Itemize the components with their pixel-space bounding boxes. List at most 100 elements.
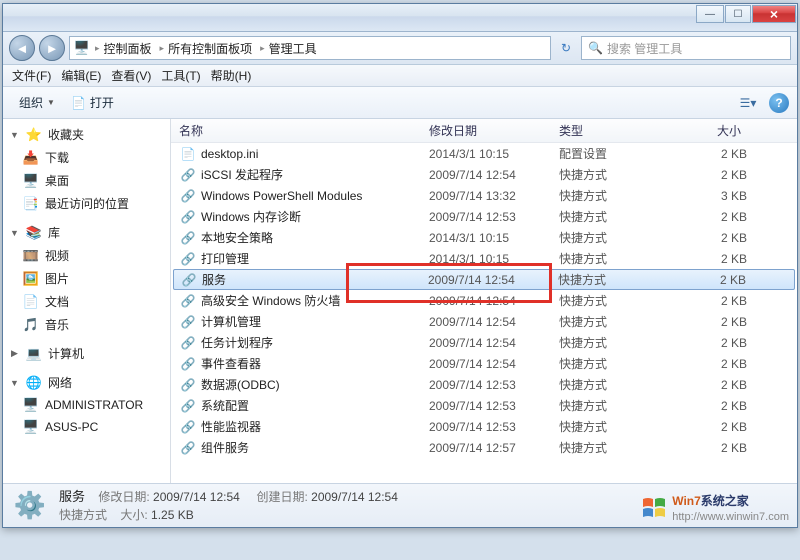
col-date[interactable]: 修改日期 (429, 122, 559, 139)
organize-button[interactable]: 组织▼ (11, 91, 63, 114)
file-icon: 🔗 (179, 356, 197, 372)
sidebar-desktop[interactable]: 🖥️桌面 (3, 169, 170, 192)
file-icon: 🔗 (179, 251, 197, 267)
sidebar-music[interactable]: 🎵音乐 (3, 313, 170, 336)
file-row[interactable]: 🔗任务计划程序2009/7/14 12:54快捷方式2 KB (171, 332, 797, 353)
file-row[interactable]: 📄desktop.ini2014/3/1 10:15配置设置2 KB (171, 143, 797, 164)
sidebar-recent[interactable]: 📑最近访问的位置 (3, 192, 170, 215)
document-icon: 📄 (23, 294, 39, 310)
sidebar-libraries[interactable]: ▼📚库 (3, 221, 170, 244)
file-icon: 🔗 (179, 293, 197, 309)
file-size: 2 KB (669, 147, 747, 161)
col-size[interactable]: 大小 (669, 122, 759, 139)
crumb-2[interactable]: 管理工具 (269, 40, 317, 57)
column-headers[interactable]: 名称 修改日期 类型 大小 (171, 119, 797, 143)
file-date: 2009/7/14 13:32 (429, 189, 559, 203)
file-row[interactable]: 🔗事件查看器2009/7/14 12:54快捷方式2 KB (171, 353, 797, 374)
watermark: Win7系统之家http://www.winwin7.com (641, 492, 789, 523)
file-size: 2 KB (669, 399, 747, 413)
file-date: 2009/7/14 12:54 (429, 168, 559, 182)
file-row[interactable]: 🔗iSCSI 发起程序2009/7/14 12:54快捷方式2 KB (171, 164, 797, 185)
file-type: 快捷方式 (558, 271, 668, 288)
file-icon: 🔗 (179, 209, 197, 225)
file-icon: 🔗 (179, 167, 197, 183)
file-name: 服务 (202, 271, 428, 288)
toolbar: 组织▼ 📄打开 ☰▾ ? (3, 87, 797, 119)
file-size: 2 KB (669, 252, 747, 266)
file-row[interactable]: 🔗组件服务2009/7/14 12:57快捷方式2 KB (171, 437, 797, 458)
maximize-button[interactable]: ☐ (725, 5, 751, 23)
sidebar-downloads[interactable]: 📥下载 (3, 146, 170, 169)
file-type: 快捷方式 (559, 334, 669, 351)
sidebar-pictures[interactable]: 🖼️图片 (3, 267, 170, 290)
menu-view[interactable]: 查看(V) (108, 65, 154, 86)
file-size: 2 KB (669, 378, 747, 392)
crumb-0[interactable]: 控制面板 (104, 40, 152, 57)
sidebar-net-1[interactable]: 🖥️ASUS-PC (3, 416, 170, 438)
file-name: desktop.ini (201, 147, 429, 161)
file-date: 2009/7/14 12:53 (429, 399, 559, 413)
search-input[interactable]: 🔍 搜索 管理工具 (581, 36, 791, 60)
sidebar-computer[interactable]: ▶💻计算机 (3, 342, 170, 365)
file-size: 2 KB (669, 210, 747, 224)
file-size: 2 KB (669, 231, 747, 245)
open-button[interactable]: 📄打开 (63, 91, 122, 114)
file-row[interactable]: 🔗服务2009/7/14 12:54快捷方式2 KB (173, 269, 795, 290)
file-name: 计算机管理 (201, 313, 429, 330)
file-name: 数据源(ODBC) (201, 376, 429, 393)
titlebar[interactable]: — ☐ × (3, 4, 797, 32)
file-row[interactable]: 🔗Windows PowerShell Modules2009/7/14 13:… (171, 185, 797, 206)
download-icon: 📥 (23, 150, 39, 166)
minimize-button[interactable]: — (696, 5, 724, 23)
file-row[interactable]: 🔗系统配置2009/7/14 12:53快捷方式2 KB (171, 395, 797, 416)
file-icon: 🔗 (179, 230, 197, 246)
sidebar-videos[interactable]: 🎞️视频 (3, 244, 170, 267)
file-row[interactable]: 🔗性能监视器2009/7/14 12:53快捷方式2 KB (171, 416, 797, 437)
menu-help[interactable]: 帮助(H) (208, 65, 255, 86)
file-date: 2009/7/14 12:54 (429, 357, 559, 371)
file-type: 快捷方式 (559, 376, 669, 393)
file-size: 2 KB (669, 357, 747, 371)
crumb-1[interactable]: 所有控制面板项 (168, 40, 252, 57)
breadcrumb[interactable]: 🖥️ ▸控制面板 ▸所有控制面板项 ▸管理工具 (69, 36, 551, 60)
file-type: 快捷方式 (559, 355, 669, 372)
file-type: 快捷方式 (559, 187, 669, 204)
menu-tools[interactable]: 工具(T) (158, 65, 203, 86)
file-size: 3 KB (669, 189, 747, 203)
file-type: 快捷方式 (559, 397, 669, 414)
menu-edit[interactable]: 编辑(E) (58, 65, 104, 86)
file-icon: 🔗 (179, 314, 197, 330)
file-icon: 🔗 (179, 419, 197, 435)
forward-button[interactable]: ► (39, 35, 65, 61)
picture-icon: 🖼️ (23, 271, 39, 287)
col-name[interactable]: 名称 (179, 122, 429, 139)
search-icon: 🔍 (588, 41, 603, 55)
file-row[interactable]: 🔗计算机管理2009/7/14 12:54快捷方式2 KB (171, 311, 797, 332)
file-row[interactable]: 🔗本地安全策略2014/3/1 10:15快捷方式2 KB (171, 227, 797, 248)
sidebar-documents[interactable]: 📄文档 (3, 290, 170, 313)
sidebar-network[interactable]: ▼🌐网络 (3, 371, 170, 394)
file-date: 2009/7/14 12:54 (429, 294, 559, 308)
close-button[interactable]: × (752, 5, 796, 23)
file-name: 事件查看器 (201, 355, 429, 372)
file-size: 2 KB (669, 420, 747, 434)
music-icon: 🎵 (23, 317, 39, 333)
help-button[interactable]: ? (769, 93, 789, 113)
sidebar-favorites[interactable]: ▼⭐收藏夹 (3, 123, 170, 146)
recent-icon: 📑 (23, 196, 39, 212)
view-button[interactable]: ☰▾ (733, 92, 763, 114)
file-icon: 🔗 (179, 335, 197, 351)
file-row[interactable]: 🔗高级安全 Windows 防火墙2009/7/14 12:54快捷方式2 KB (171, 290, 797, 311)
file-row[interactable]: 🔗打印管理2014/3/1 10:15快捷方式2 KB (171, 248, 797, 269)
sidebar-net-0[interactable]: 🖥️ADMINISTRATOR (3, 394, 170, 416)
file-date: 2014/3/1 10:15 (429, 231, 559, 245)
file-row[interactable]: 🔗Windows 内存诊断2009/7/14 12:53快捷方式2 KB (171, 206, 797, 227)
file-size: 2 KB (669, 336, 747, 350)
menu-file[interactable]: 文件(F) (9, 65, 54, 86)
file-icon: 🔗 (179, 398, 197, 414)
file-list: 名称 修改日期 类型 大小 📄desktop.ini2014/3/1 10:15… (171, 119, 797, 483)
refresh-button[interactable]: ↻ (555, 37, 577, 59)
file-row[interactable]: 🔗数据源(ODBC)2009/7/14 12:53快捷方式2 KB (171, 374, 797, 395)
col-type[interactable]: 类型 (559, 122, 669, 139)
back-button[interactable]: ◄ (9, 35, 35, 61)
